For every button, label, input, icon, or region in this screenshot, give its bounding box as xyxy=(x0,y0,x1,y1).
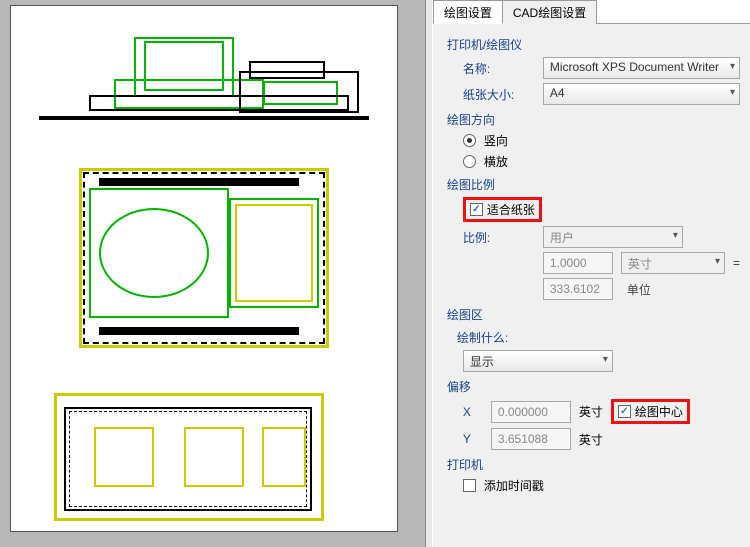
label-scale-ratio: 比例: xyxy=(463,229,535,246)
highlight-plot-center: 绘图中心 xyxy=(611,399,690,424)
preview-page xyxy=(10,5,398,532)
tab-cad-settings[interactable]: CAD绘图设置 xyxy=(502,0,597,24)
label-offset-x-unit: 英寸 xyxy=(579,403,603,420)
checkbox-add-timestamp[interactable] xyxy=(463,479,476,492)
group-orientation: 绘图方向 xyxy=(447,111,740,128)
select-plot-what[interactable]: 显示 xyxy=(463,350,613,372)
drawing-plan-1 xyxy=(69,158,339,355)
label-fit-paper: 适合纸张 xyxy=(487,201,535,218)
label-scale-den-unit: 单位 xyxy=(621,281,681,298)
group-stamp: 打印机 xyxy=(447,456,740,473)
select-printer-name[interactable]: Microsoft XPS Document Writer xyxy=(543,57,740,79)
group-offset: 偏移 xyxy=(447,378,740,395)
app-root: 绘图设置 CAD绘图设置 打印机/绘图仪 名称: Microsoft XPS D… xyxy=(0,0,750,547)
label-offset-y: Y xyxy=(463,432,483,446)
highlight-fit-paper: 适合纸张 xyxy=(463,197,542,222)
label-plot-center: 绘图中心 xyxy=(635,403,683,420)
label-add-timestamp: 添加时间戳 xyxy=(484,477,544,494)
label-printer-name: 名称: xyxy=(463,60,535,77)
select-scale-num-unit[interactable]: 英寸 xyxy=(621,252,725,274)
select-paper-size[interactable]: A4 xyxy=(543,83,740,105)
group-printer: 打印机/绘图仪 xyxy=(447,36,740,53)
input-scale-numerator[interactable] xyxy=(543,252,613,274)
label-offset-x: X xyxy=(463,405,483,419)
tab-plot-settings[interactable]: 绘图设置 xyxy=(433,0,503,24)
preview-pane xyxy=(0,0,426,547)
label-paper-size: 纸张大小: xyxy=(463,86,535,103)
checkbox-plot-center[interactable] xyxy=(618,405,631,418)
panel-body: 打印机/绘图仪 名称: Microsoft XPS Document Write… xyxy=(433,24,750,547)
input-scale-denominator[interactable] xyxy=(543,278,613,300)
radio-portrait[interactable] xyxy=(463,134,476,147)
settings-pane: 绘图设置 CAD绘图设置 打印机/绘图仪 名称: Microsoft XPS D… xyxy=(432,0,750,547)
label-landscape: 横放 xyxy=(484,153,508,170)
input-offset-y[interactable] xyxy=(491,428,571,450)
checkbox-fit-paper[interactable] xyxy=(470,203,483,216)
input-offset-x[interactable] xyxy=(491,401,571,423)
label-offset-y-unit: 英寸 xyxy=(579,431,603,448)
radio-landscape[interactable] xyxy=(463,155,476,168)
group-plot-area: 绘图区 xyxy=(447,306,740,323)
drawing-elevation xyxy=(39,31,369,130)
tabs: 绘图设置 CAD绘图设置 xyxy=(433,0,750,24)
label-plot-what: 绘制什么: xyxy=(457,329,740,346)
group-scale: 绘图比例 xyxy=(447,176,740,193)
drawing-plan-2 xyxy=(54,383,354,531)
label-equals: = xyxy=(733,256,740,270)
label-portrait: 竖向 xyxy=(484,132,508,149)
select-scale-ratio[interactable]: 用户 xyxy=(543,226,683,248)
